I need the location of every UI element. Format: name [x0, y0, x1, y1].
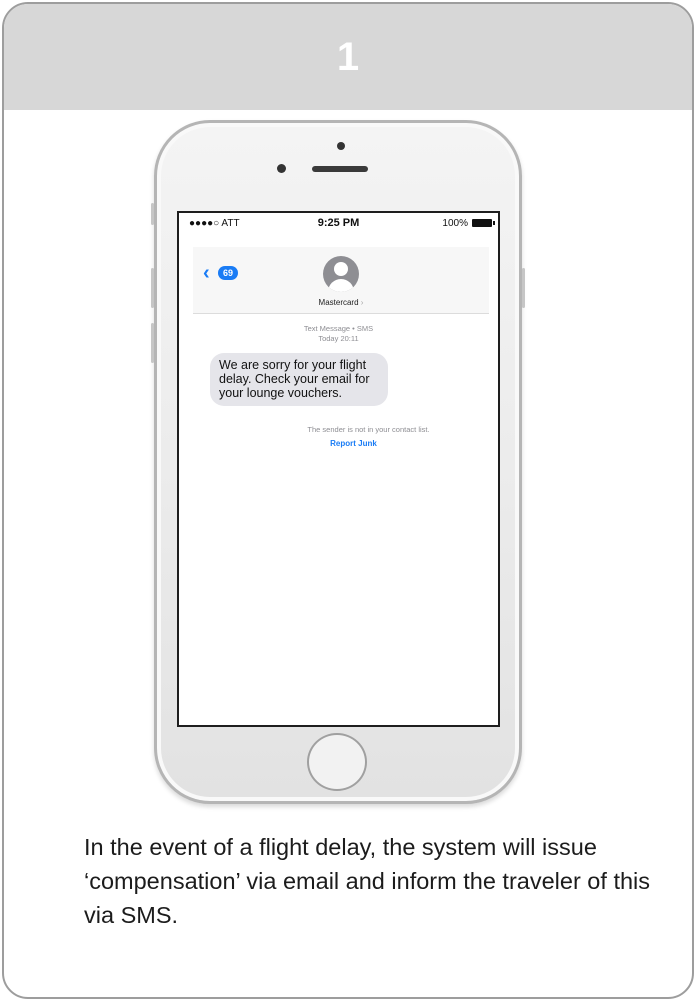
caption-text: In the event of a flight delay, the syst…: [84, 834, 651, 928]
thread-meta: Text Message • SMS Today 20:11: [179, 324, 498, 344]
earpiece-speaker: [312, 166, 368, 172]
battery-percent: 100%: [442, 218, 468, 229]
phone-mockup: ●●●●○ ATT 9:25 PM 100% ‹ 69 Mastercard ›…: [151, 120, 525, 804]
status-bar: ●●●●○ ATT 9:25 PM 100%: [179, 213, 498, 233]
card-header: 1: [4, 4, 692, 110]
unread-count-badge[interactable]: 69: [218, 266, 239, 280]
phone-side-button: [151, 323, 154, 363]
person-body-icon: [328, 279, 354, 292]
message-timestamp: Today 20:11: [318, 334, 359, 343]
phone-side-button: [522, 268, 525, 308]
message-bubble: We are sorry for your flight delay. Chec…: [210, 353, 388, 406]
person-head-icon: [334, 262, 348, 276]
phone-screen: ●●●●○ ATT 9:25 PM 100% ‹ 69 Mastercard ›…: [177, 211, 500, 727]
chevron-right-icon: ›: [360, 298, 364, 307]
camera-dot: [337, 142, 345, 150]
contact-avatar[interactable]: [323, 256, 359, 292]
contact-name[interactable]: Mastercard ›: [193, 298, 489, 307]
back-chevron-icon[interactable]: ‹: [203, 263, 210, 283]
report-junk-link[interactable]: Report Junk: [179, 439, 498, 448]
unknown-sender-notice: The sender is not in your contact list.: [307, 425, 430, 434]
front-camera: [277, 164, 286, 173]
phone-side-button: [151, 268, 154, 308]
message-type: Text Message • SMS: [303, 324, 374, 333]
phone-side-button: [151, 203, 154, 225]
battery-icon: [472, 219, 495, 227]
home-button[interactable]: [307, 733, 367, 791]
contact-name-label: Mastercard: [318, 298, 359, 307]
step-card: 1 ●●●●○ ATT 9:25 PM 100% ‹ 69 Mastercard…: [2, 2, 694, 999]
conversation-header: ‹ 69 Mastercard ›: [193, 247, 489, 314]
step-number: 1: [336, 34, 360, 79]
